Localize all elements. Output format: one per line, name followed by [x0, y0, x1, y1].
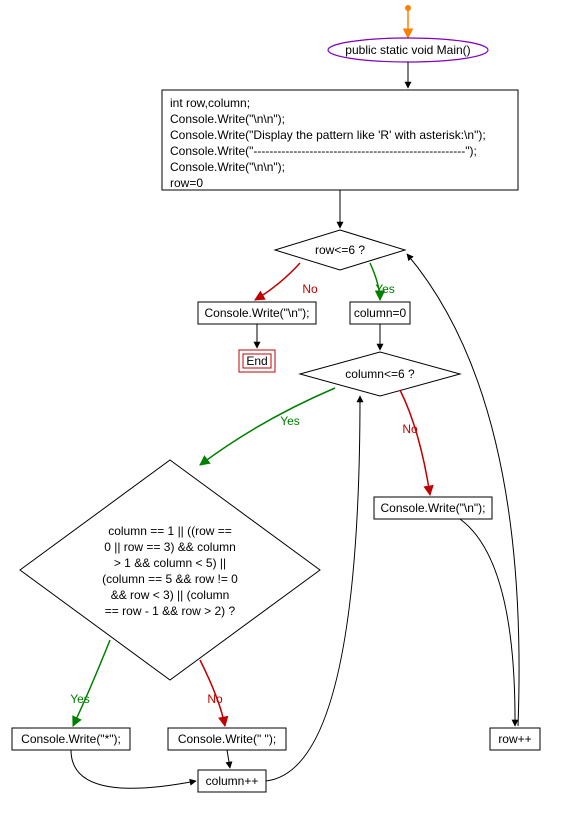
big-l4: (column == 5 && row != 0: [102, 572, 238, 586]
init-l2: Console.Write("\n\n");: [170, 112, 285, 126]
big-l3: > 1 && column < 5) ||: [114, 556, 226, 570]
process-row-inc-label: row++: [498, 732, 531, 746]
init-l3: Console.Write("Display the pattern like …: [170, 128, 486, 142]
end-label: End: [246, 354, 267, 368]
big-l5: && row < 3) || (column: [111, 588, 230, 602]
start-dot: [405, 5, 411, 11]
edge-big-yes: [73, 640, 110, 726]
big-l1: column == 1 || ((row ==: [108, 524, 232, 538]
process-write-space-label: Console.Write(" ");: [178, 732, 276, 746]
big-l2: 0 || row == 3) && column: [104, 540, 236, 554]
process-write-star-label: Console.Write("*");: [21, 732, 121, 746]
terminator-main-label: public static void Main(): [345, 43, 470, 57]
edge-col-yes: [200, 388, 335, 465]
label-big-yes: Yes: [70, 692, 90, 706]
label-big-no: No: [207, 692, 223, 706]
init-l1: int row,column;: [170, 96, 250, 110]
label-row-no: No: [302, 282, 318, 296]
init-l5: Console.Write("\n\n");: [170, 160, 285, 174]
process-col-init-label: column=0: [354, 306, 407, 320]
process-col-inc-label: column++: [206, 774, 259, 788]
edge-row-no: [255, 263, 300, 300]
big-l6: == row - 1 && row > 2) ?: [105, 604, 236, 618]
flowchart-diagram: public static void Main() int row,column…: [0, 0, 588, 822]
init-l4: Console.Write("-------------------------…: [170, 144, 477, 158]
edge-rowinc-loopback: [407, 254, 519, 726]
process-row-no-label: Console.Write("\n");: [205, 306, 310, 320]
label-col-no: No: [402, 422, 418, 436]
init-l6: row=0: [170, 176, 203, 190]
process-col-no-label: Console.Write("\n");: [381, 501, 486, 515]
edge-colno-to-rowinc: [460, 519, 515, 726]
edge-star-to-colinc: [71, 750, 196, 788]
edge-col-no: [400, 390, 430, 495]
label-col-yes: Yes: [280, 414, 300, 428]
edge-space-to-colinc: [227, 750, 230, 768]
label-row-yes: Yes: [375, 282, 395, 296]
decision-row-cond: row<=6 ?: [315, 243, 365, 257]
decision-col-cond: column<=6 ?: [345, 367, 415, 381]
